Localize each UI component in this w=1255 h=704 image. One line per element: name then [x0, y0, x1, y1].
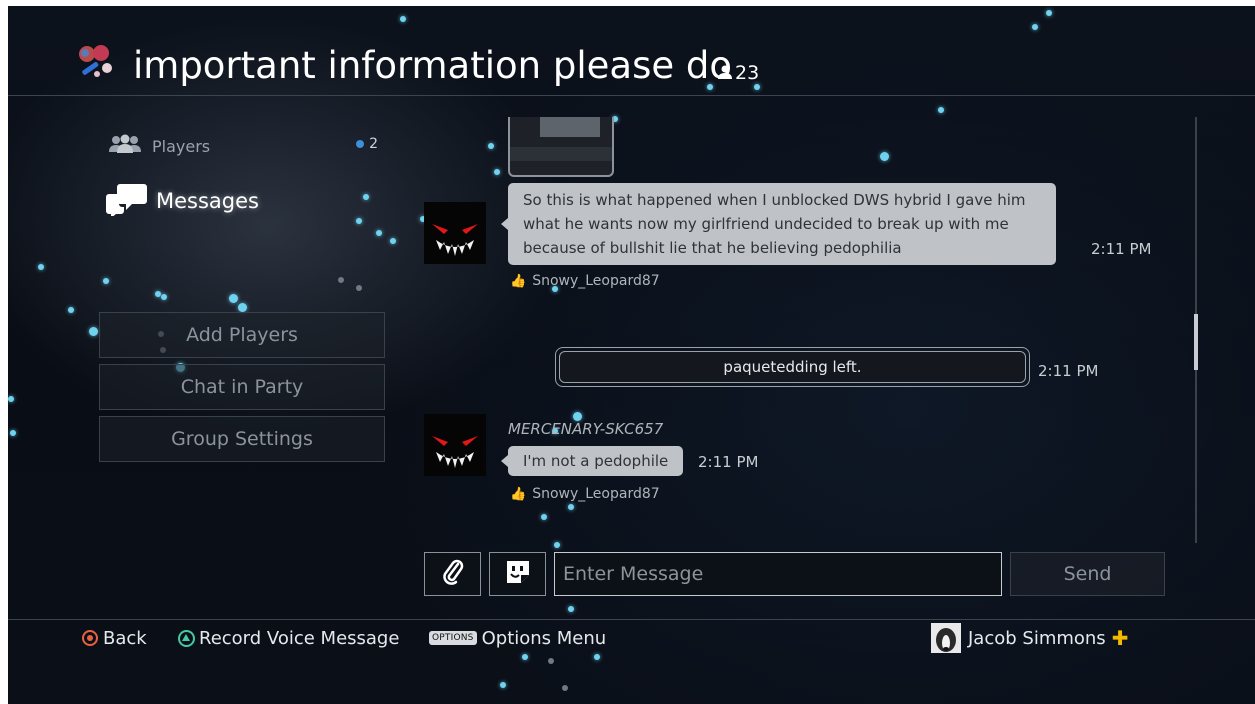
- user-avatar: [931, 623, 961, 653]
- sidebar-item-messages[interactable]: Messages: [106, 183, 259, 219]
- message-like: 👍 Snowy_Leopard87: [510, 273, 660, 289]
- speech-bubbles-icon: [106, 182, 148, 221]
- header: important information please do 23: [8, 6, 1255, 96]
- plus-icon: ✚: [1111, 626, 1129, 650]
- triangle-button-icon: [178, 629, 195, 647]
- sidebar-item-players[interactable]: Players 2: [108, 134, 388, 158]
- options-label: Options Menu: [481, 627, 607, 649]
- member-count-value: 23: [735, 62, 760, 84]
- sender-avatar[interactable]: [424, 414, 486, 476]
- back-label: Back: [103, 627, 147, 649]
- system-message-text: paquetedding left.: [559, 351, 1026, 383]
- group-title: important information please do: [133, 44, 732, 87]
- message-time: 2:11 PM: [698, 453, 759, 471]
- message-bubble[interactable]: So this is what happened when I unblocke…: [501, 183, 1056, 265]
- back-hint[interactable]: Back: [82, 626, 147, 650]
- record-voice-hint[interactable]: Record Voice Message: [178, 626, 399, 650]
- message-input[interactable]: [554, 552, 1002, 596]
- circle-button-icon: [82, 630, 98, 646]
- sticker-button[interactable]: [489, 552, 546, 596]
- liked-by: Snowy_Leopard87: [532, 273, 660, 289]
- ps4-message-screen: important information please do 23 Playe…: [8, 6, 1255, 704]
- system-message: paquetedding left.: [555, 347, 1030, 387]
- record-label: Record Voice Message: [199, 627, 400, 649]
- liked-by: Snowy_Leopard87: [532, 486, 660, 502]
- system-message-time: 2:11 PM: [1038, 362, 1099, 380]
- member-count: 23: [718, 61, 759, 85]
- attach-button[interactable]: [424, 552, 481, 596]
- thumbs-up-icon: 👍: [510, 273, 527, 289]
- paperclip-icon: [441, 558, 465, 590]
- group-settings-button[interactable]: Group Settings: [99, 416, 385, 462]
- scrollbar-thumb[interactable]: [1194, 314, 1198, 370]
- message-like: 👍 Snowy_Leopard87: [510, 486, 660, 502]
- sender-avatar[interactable]: [424, 202, 486, 264]
- sidebar-item-label: Messages: [156, 189, 259, 213]
- sender-name: MERCENARY-SKC657: [508, 420, 664, 438]
- status-dot: [356, 140, 365, 148]
- send-button[interactable]: Send: [1010, 552, 1165, 596]
- chat-in-party-button[interactable]: Chat in Party: [99, 364, 385, 410]
- screenshot-attachment-thumbnail[interactable]: [508, 117, 614, 177]
- people-icon: [108, 134, 142, 158]
- person-icon: [718, 61, 732, 85]
- user-name: Jacob Simmons: [968, 627, 1106, 649]
- options-button-icon: OPTIONS: [429, 631, 477, 645]
- group-avatar-icon: [75, 44, 119, 84]
- options-hint[interactable]: OPTIONS Options Menu: [429, 626, 606, 650]
- message-bubble[interactable]: I'm not a pedophile: [500, 446, 684, 476]
- message-time: 2:11 PM: [1091, 240, 1152, 258]
- thumbs-up-icon: 👍: [510, 486, 527, 502]
- current-user[interactable]: Jacob Simmons ✚: [931, 622, 1128, 654]
- add-players-button[interactable]: Add Players: [99, 312, 385, 358]
- sticker-icon: [504, 558, 532, 590]
- messages-scrollbar[interactable]: [1194, 117, 1198, 543]
- players-count: 2: [356, 136, 378, 152]
- sidebar-item-label: Players: [152, 136, 211, 156]
- footer-divider: [8, 619, 1255, 620]
